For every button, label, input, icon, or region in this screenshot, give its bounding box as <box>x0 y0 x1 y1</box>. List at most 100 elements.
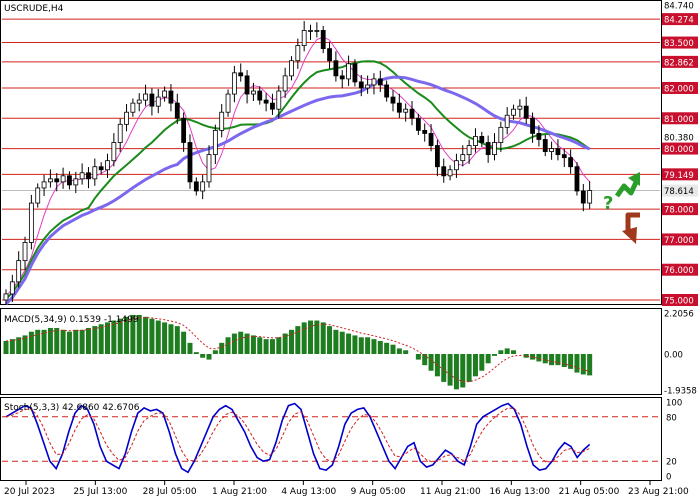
level-price-label: 75.000 <box>664 297 694 307</box>
level-price-label: 79.149 <box>664 171 694 181</box>
level-price-label: 82.862 <box>664 58 694 68</box>
candle-body <box>384 84 390 98</box>
time-tick-label: 16 Aug 13:00 <box>489 487 550 497</box>
time-tick-label: 9 Aug 05:00 <box>351 487 406 497</box>
macd-bar <box>219 342 225 355</box>
candle-body <box>124 111 129 125</box>
macd-bar <box>371 339 377 355</box>
macd-bar <box>491 354 497 356</box>
macd-bar <box>485 354 491 364</box>
main-panel-frame <box>0 0 662 305</box>
time-tick-label: 20 Jul 2023 <box>4 487 55 497</box>
macd-bar <box>301 322 307 355</box>
macd-bar <box>238 331 244 355</box>
macd-histogram <box>3 314 593 390</box>
candle-body <box>219 111 225 131</box>
macd-bar <box>580 354 586 375</box>
candle-body <box>561 154 567 159</box>
macd-axis: 2.2056 0.00 -1.9358 <box>664 310 697 397</box>
candle-body <box>333 60 339 77</box>
arrow-down-head-icon <box>622 227 637 244</box>
candle-body <box>346 63 351 80</box>
candle-body <box>301 30 307 46</box>
macd-bar <box>92 326 98 355</box>
macd-bar <box>263 339 269 355</box>
macd-bar <box>60 329 66 355</box>
macd-bar <box>149 318 155 355</box>
stochastic-oscillator <box>2 402 660 474</box>
time-tick-label: 28 Jul 05:00 <box>143 487 197 497</box>
candle-body <box>41 181 47 189</box>
macd-bar <box>28 331 34 355</box>
candle-body <box>48 178 53 183</box>
macd-bar <box>3 340 9 355</box>
time-tick-label: 11 Aug 21:00 <box>420 487 481 497</box>
macd-bar <box>288 329 294 355</box>
candle-body <box>111 142 117 162</box>
candle-body <box>574 166 580 192</box>
candle-body <box>365 84 371 89</box>
macd-bar <box>536 354 542 362</box>
candle-body <box>231 72 237 95</box>
candle-body <box>580 190 586 204</box>
macd-bar <box>365 337 371 355</box>
candle-body <box>498 126 504 143</box>
chart-title: USCRUDE,H4 <box>4 4 64 14</box>
macd-tick-label: 0.00 <box>664 351 683 361</box>
macd-bar <box>168 324 174 355</box>
stoch-main-line <box>5 402 591 474</box>
candle-body <box>492 142 497 156</box>
macd-bar <box>143 316 149 355</box>
macd-bar <box>453 354 459 390</box>
candle-body <box>92 166 98 180</box>
candle-body <box>390 96 396 104</box>
macd-bar <box>460 354 466 388</box>
level-price-label: 83.500 <box>664 39 694 49</box>
macd-bar <box>511 350 517 355</box>
macd-bar <box>73 329 79 355</box>
candle-body <box>28 202 34 243</box>
price-axis: 84.740 84.274 83.500 82.862 82.000 81.000 80.3… <box>662 2 698 307</box>
macd-bar <box>352 335 358 355</box>
macd-bar <box>542 354 548 364</box>
candle-body <box>130 102 136 113</box>
macd-bar <box>555 354 561 366</box>
candle-body <box>187 142 193 183</box>
macd-bar <box>269 339 275 355</box>
candle-body <box>422 129 428 134</box>
candle-body <box>225 93 231 113</box>
stoch-tick-label: 20 <box>666 458 677 468</box>
candle-body <box>371 78 377 86</box>
stoch-tick-label: 80 <box>666 413 677 423</box>
macd-bar <box>384 342 390 355</box>
price-tick-label: 80.380 <box>664 134 694 144</box>
time-axis: 20 Jul 2023 25 Jul 13:00 28 Jul 05:00 1 Aug… <box>4 481 689 497</box>
macd-bar <box>187 342 193 355</box>
key-level-lines <box>2 18 660 301</box>
candle-body <box>16 260 22 283</box>
macd-bar <box>200 354 206 358</box>
candle-body <box>479 136 485 143</box>
macd-bar <box>396 348 402 355</box>
macd-bar <box>308 320 314 355</box>
time-tick-label: 25 Jul 13:00 <box>73 487 127 497</box>
time-tick-label: 21 Aug 05:00 <box>559 487 620 497</box>
macd-bar <box>466 354 472 382</box>
candle-body <box>117 123 123 143</box>
level-price-label: 82.000 <box>664 84 694 94</box>
candle-body <box>434 145 440 168</box>
candle-body <box>206 154 212 183</box>
candle-body <box>181 117 187 143</box>
candle-body <box>308 30 313 32</box>
macd-tick-label: -1.9358 <box>664 387 697 397</box>
candle-body <box>327 48 332 62</box>
macd-bar <box>498 350 504 355</box>
price-chart[interactable]: ? 84.740 84.274 83.500 82.862 82.000 81.000 80… <box>0 0 700 500</box>
stoch-tick-label: 0 <box>666 473 671 483</box>
level-price-label: 80.000 <box>664 145 694 155</box>
candle-body <box>35 187 41 204</box>
candle-body <box>295 45 301 62</box>
candle-body <box>320 30 326 50</box>
macd-bar <box>193 352 199 355</box>
candle-body <box>143 93 148 101</box>
